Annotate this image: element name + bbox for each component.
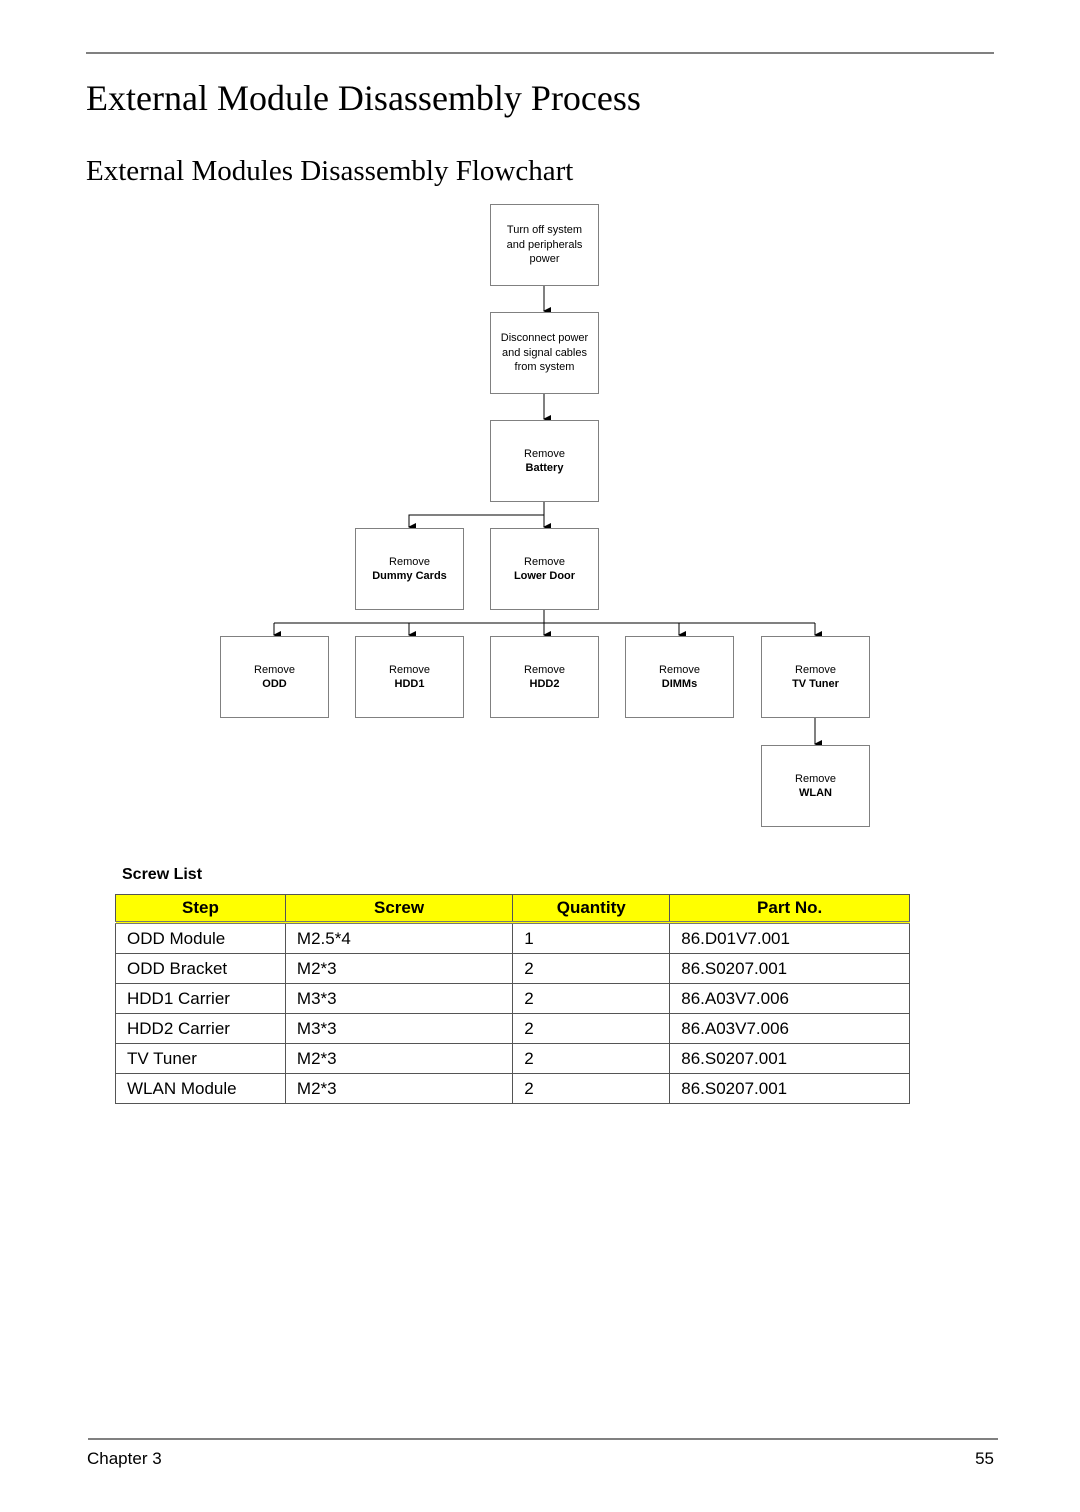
connector-battery-dummycards [408, 514, 544, 531]
table-row: HDD1 Carrier M3*3 2 86.A03V7.006 [115, 983, 910, 1014]
node-item: WLAN [799, 787, 832, 799]
cell-quantity: 2 [512, 1043, 671, 1074]
cell-screw: M2*3 [284, 1043, 514, 1074]
disassembly-flowchart: Turn off system and peripherals power Di… [0, 0, 1080, 840]
cell-quantity: 2 [512, 1013, 671, 1044]
node-text: Disconnect power and signal cables from … [500, 332, 589, 374]
header-quantity: Quantity [512, 894, 671, 924]
cell-part-no: 86.S0207.001 [669, 1043, 910, 1074]
cell-quantity: 2 [512, 953, 671, 984]
node-item: Dummy Cards [372, 570, 447, 582]
node-item: Battery [525, 462, 564, 474]
node-turn-off-power: Turn off system and peripherals power [490, 204, 599, 286]
cell-screw: M3*3 [284, 1013, 514, 1044]
node-remove-odd: Remove ODD [220, 636, 329, 718]
node-action: Remove [524, 663, 565, 676]
cell-step: WLAN Module [115, 1073, 286, 1104]
table-row: HDD2 Carrier M3*3 2 86.A03V7.006 [115, 1013, 910, 1044]
node-item: HDD1 [394, 678, 425, 690]
footer-page-number: 55 [975, 1449, 994, 1468]
node-remove-hdd2: Remove HDD2 [490, 636, 599, 718]
cell-part-no: 86.D01V7.001 [669, 922, 910, 954]
node-item: HDD2 [529, 678, 560, 690]
screw-list-title: Screw List [122, 866, 203, 883]
node-action: Remove [795, 663, 836, 676]
node-action: Remove [389, 555, 430, 568]
cell-screw: M3*3 [284, 983, 514, 1014]
cell-part-no: 86.S0207.001 [669, 953, 910, 984]
node-action: Remove [659, 663, 700, 676]
cell-screw: M2*3 [284, 1073, 514, 1104]
cell-step: HDD2 Carrier [115, 1013, 286, 1044]
cell-step: ODD Module [115, 922, 286, 954]
cell-step: TV Tuner [115, 1043, 286, 1074]
node-remove-lower-door: Remove Lower Door [490, 528, 599, 610]
table-row: WLAN Module M2*3 2 86.S0207.001 [115, 1073, 910, 1104]
header-step: Step [115, 894, 286, 924]
node-action: Remove [795, 772, 836, 785]
cell-quantity: 2 [512, 1073, 671, 1104]
cell-step: ODD Bracket [115, 953, 286, 984]
cell-screw: M2*3 [284, 953, 514, 984]
node-remove-dimms: Remove DIMMs [625, 636, 734, 718]
cell-part-no: 86.A03V7.006 [669, 983, 910, 1014]
node-remove-hdd1: Remove HDD1 [355, 636, 464, 718]
node-item: TV Tuner [792, 678, 839, 690]
footer-rule [88, 1438, 998, 1440]
node-item: Lower Door [513, 570, 576, 582]
footer-chapter: Chapter 3 [87, 1449, 162, 1468]
node-item: ODD [262, 678, 287, 690]
node-remove-dummy-cards: Remove Dummy Cards [355, 528, 464, 610]
table-header-row: Step Screw Quantity Part No. [115, 894, 910, 924]
node-text: Turn off system and peripherals power [506, 224, 583, 266]
node-disconnect-cables: Disconnect power and signal cables from … [490, 312, 599, 394]
table-row: ODD Bracket M2*3 2 86.S0207.001 [115, 953, 910, 984]
node-remove-tv-tuner: Remove TV Tuner [761, 636, 870, 718]
cell-step: HDD1 Carrier [115, 983, 286, 1014]
node-action: Remove [389, 663, 430, 676]
node-action: Remove [254, 663, 295, 676]
node-remove-wlan: Remove WLAN [761, 745, 870, 827]
node-item: DIMMs [661, 678, 698, 690]
screw-list-table: Step Screw Quantity Part No. ODD Module … [115, 894, 910, 1104]
table-row: TV Tuner M2*3 2 86.S0207.001 [115, 1043, 910, 1074]
table-row: ODD Module M2.5*4 1 86.D01V7.001 [115, 922, 910, 954]
cell-quantity: 1 [512, 922, 671, 954]
cell-part-no: 86.A03V7.006 [669, 1013, 910, 1044]
node-remove-battery: Remove Battery [490, 420, 599, 502]
header-screw: Screw [284, 894, 514, 924]
header-part-no: Part No. [669, 894, 910, 924]
cell-screw: M2.5*4 [284, 922, 514, 954]
cell-quantity: 2 [512, 983, 671, 1014]
node-action: Remove [524, 447, 565, 460]
cell-part-no: 86.S0207.001 [669, 1073, 910, 1104]
node-action: Remove [524, 555, 565, 568]
